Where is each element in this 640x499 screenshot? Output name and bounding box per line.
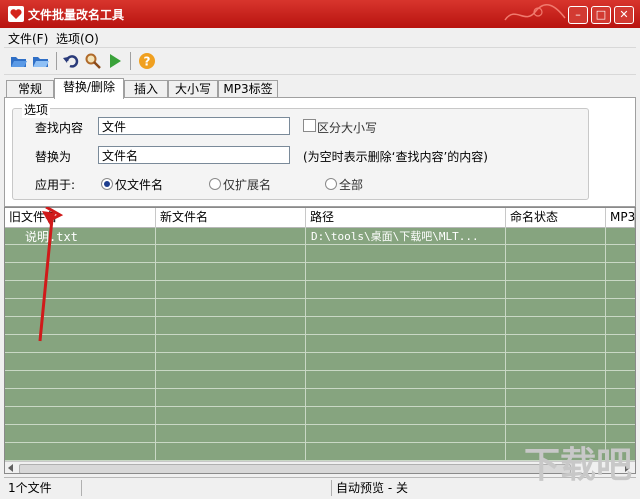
apply-filename-only-label: 仅文件名 [115, 178, 164, 192]
close-icon: ✕ [619, 8, 629, 21]
maximize-button[interactable]: □ [591, 6, 611, 24]
column-divider [155, 227, 156, 461]
apply-all-label: 全部 [339, 178, 364, 192]
apply-to-label: 应用于: [35, 178, 76, 192]
options-group: 选项 查找内容 区分大小写 替换为 (为空时表示删除‘查找内容’的内容) 应用于… [12, 101, 589, 200]
table-row-empty [5, 281, 635, 299]
tab-insert[interactable]: 插入 [124, 80, 168, 98]
undo-icon[interactable] [62, 52, 80, 70]
title-ornament-icon [504, 4, 566, 21]
scrollbar-thumb[interactable] [19, 464, 571, 473]
replace-hint: (为空时表示删除‘查找内容’的内容) [303, 150, 488, 164]
column-header-status[interactable]: 命名状态 [506, 208, 606, 227]
table-row-empty [5, 317, 635, 335]
tab-mp3-tags[interactable]: MP3标签 [218, 80, 278, 98]
replace-label: 替换为 [35, 150, 72, 164]
table-row-empty [5, 353, 635, 371]
svg-text:?: ? [144, 55, 151, 69]
save-folder-icon[interactable] [32, 52, 50, 70]
replace-delete-panel: 选项 查找内容 区分大小写 替换为 (为空时表示删除‘查找内容’的内容) 应用于… [4, 97, 636, 207]
table-row[interactable]: 说明.txt D:\tools\桌面\下载吧\MLT... [5, 227, 635, 245]
table-row-empty [5, 245, 635, 263]
status-pane-empty [82, 480, 332, 496]
grid-header: 旧文件名 新文件名 路径 命名状态 MP3 [5, 208, 635, 228]
case-sensitive-label: 区分大小写 [317, 121, 378, 135]
column-header-path[interactable]: 路径 [306, 208, 506, 227]
column-divider [305, 227, 306, 461]
find-label: 查找内容 [35, 121, 84, 135]
minimize-button[interactable]: – [568, 6, 588, 24]
tab-general[interactable]: 常规 [6, 80, 54, 98]
apply-all-radio[interactable] [325, 178, 337, 190]
maximize-icon: □ [595, 8, 607, 21]
annotation-arrow-icon [38, 207, 64, 342]
menu-options[interactable]: 选项(O) [56, 30, 99, 47]
play-icon[interactable] [106, 52, 124, 70]
table-row-empty [5, 407, 635, 425]
find-input[interactable] [98, 117, 290, 135]
replace-input[interactable] [98, 146, 290, 164]
column-header-old-name[interactable]: 旧文件名 [5, 208, 156, 227]
minimize-icon: – [575, 8, 581, 21]
apply-extension-only-label: 仅扩展名 [223, 178, 272, 192]
toolbar: ? [4, 47, 636, 75]
tab-bar: 常规 替换/删除 插入 大小写 MP3标签 [4, 78, 636, 99]
menu-bar: 文件(F) 选项(O) [4, 28, 636, 46]
toolbar-separator [56, 52, 57, 70]
menu-file[interactable]: 文件(F) [8, 30, 48, 47]
heart-icon [8, 6, 24, 22]
open-folder-icon[interactable] [10, 52, 28, 70]
column-divider [505, 227, 506, 461]
close-button[interactable]: ✕ [614, 6, 634, 24]
file-list-grid[interactable]: 旧文件名 新文件名 路径 命名状态 MP3 说明.txt D:\tools\桌面… [4, 207, 636, 474]
apply-extension-only-radio[interactable] [209, 178, 221, 190]
status-file-count: 1个文件 [4, 480, 82, 496]
column-divider [605, 227, 606, 461]
app-window: 文件批量改名工具 – □ ✕ 文件(F) 选项(O) ? 常规 替换/删除 插入… [0, 0, 640, 499]
title-bar[interactable]: 文件批量改名工具 – □ ✕ [0, 0, 640, 28]
options-group-label: 选项 [22, 101, 51, 118]
case-sensitive-checkbox[interactable] [303, 119, 316, 132]
table-row-empty [5, 263, 635, 281]
toolbar-separator [130, 52, 131, 70]
tab-case[interactable]: 大小写 [168, 80, 218, 98]
cell-path: D:\tools\桌面\下载吧\MLT... [311, 230, 479, 243]
tab-replace-delete[interactable]: 替换/删除 [54, 78, 124, 99]
column-header-mp3[interactable]: MP3 [606, 208, 635, 227]
table-row-empty [5, 389, 635, 407]
status-preview: 自动预览 - 关 [336, 481, 408, 495]
watermark-logo-icon: 下载吧 [524, 445, 632, 486]
help-icon[interactable]: ? [138, 52, 156, 70]
apply-filename-only-radio[interactable] [101, 178, 113, 190]
table-row-empty [5, 299, 635, 317]
svg-text:下载吧: 下载吧 [524, 445, 632, 486]
table-row-empty [5, 371, 635, 389]
scroll-left-icon[interactable] [7, 464, 15, 472]
column-header-new-name[interactable]: 新文件名 [156, 208, 306, 227]
table-row-empty [5, 335, 635, 353]
search-icon[interactable] [84, 52, 102, 70]
window-title: 文件批量改名工具 [28, 8, 125, 22]
